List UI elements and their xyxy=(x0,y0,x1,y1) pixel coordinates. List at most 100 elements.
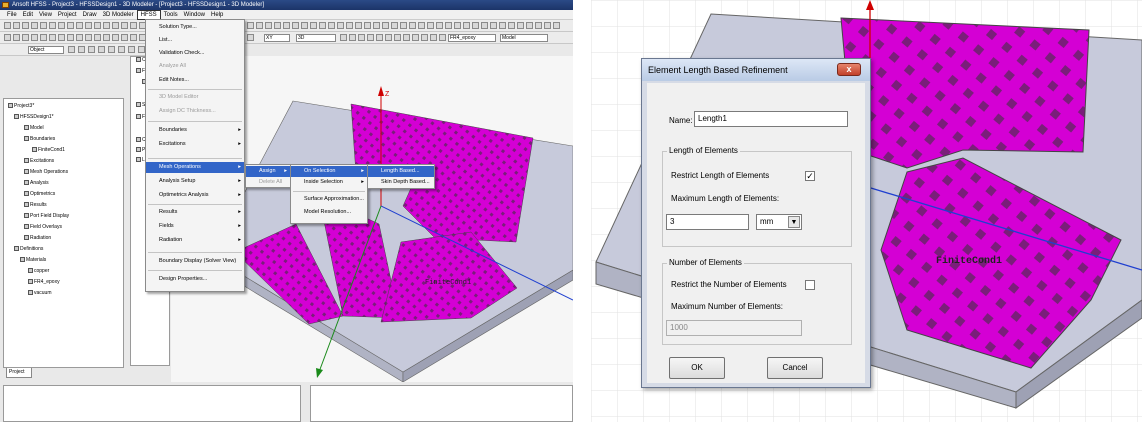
toolbar-icon-button[interactable] xyxy=(454,22,461,29)
toolbar-icon-button[interactable] xyxy=(76,22,83,29)
plane-combo[interactable]: XY xyxy=(264,34,290,42)
unit-select-arrow[interactable]: ▼ xyxy=(788,216,800,228)
menu-item[interactable]: Radiation ▸ xyxy=(146,235,244,246)
toolbar-icon-button[interactable] xyxy=(394,34,401,41)
model-combo[interactable]: Model xyxy=(500,34,548,42)
toolbar-icon-button[interactable] xyxy=(112,34,119,41)
menu-item[interactable]: List... xyxy=(146,35,244,46)
toolbar-icon-button[interactable] xyxy=(445,22,452,29)
toolbar-icon-button[interactable] xyxy=(85,34,92,41)
toolbar-icon-button[interactable] xyxy=(427,22,434,29)
toolbar-icon-button[interactable] xyxy=(58,22,65,29)
toolbar-icon-button[interactable] xyxy=(22,34,29,41)
tree-item[interactable]: vacuum xyxy=(28,290,52,296)
menu-item[interactable]: Model Resolution... xyxy=(291,207,367,218)
tree-item[interactable]: Model xyxy=(24,125,44,131)
toolbar-icon-button[interactable] xyxy=(385,34,392,41)
tree-item[interactable]: Results xyxy=(24,202,47,208)
tree-item[interactable]: HFSSDesign1* xyxy=(14,114,54,120)
menu-item[interactable]: Edit Notes... xyxy=(146,75,244,86)
toolbar-icon-button[interactable] xyxy=(463,22,470,29)
tree-item[interactable]: copper xyxy=(28,268,49,274)
menu-item[interactable]: Solution Type... xyxy=(146,22,244,33)
toolbar-icon-button[interactable] xyxy=(535,22,542,29)
toolbar-icon-button[interactable] xyxy=(517,22,524,29)
menu-edit[interactable]: Edit xyxy=(20,10,36,20)
menu-item[interactable]: Length Based... xyxy=(368,166,434,177)
toolbar-icon-button[interactable] xyxy=(274,22,281,29)
dimension-combo[interactable]: 3D xyxy=(296,34,336,42)
menu-item[interactable]: Fields ▸ xyxy=(146,221,244,232)
toolbar-icon-button[interactable] xyxy=(403,34,410,41)
toolbar-icon-button[interactable] xyxy=(412,34,419,41)
menu-item[interactable]: Skin Depth Based... xyxy=(368,177,434,188)
toolbar-icon-button[interactable] xyxy=(4,34,11,41)
tree-item[interactable]: Port Field Display xyxy=(24,213,69,219)
toolbar-icon-button[interactable] xyxy=(283,22,290,29)
toolbar-icon-button[interactable] xyxy=(373,22,380,29)
menu-item[interactable]: Validation Check... xyxy=(146,48,244,59)
toolbar-icon-button[interactable] xyxy=(328,22,335,29)
dialog-close-button[interactable]: x xyxy=(837,63,861,76)
toolbar-icon-button[interactable] xyxy=(31,22,38,29)
toolbar-icon-button[interactable] xyxy=(13,22,20,29)
toolbar-icon-button[interactable] xyxy=(319,22,326,29)
toolbar-icon-button[interactable] xyxy=(40,22,47,29)
toolbar-icon-button[interactable] xyxy=(98,46,105,53)
toolbar-icon-button[interactable] xyxy=(409,22,416,29)
toolbar-icon-button[interactable] xyxy=(418,22,425,29)
menu-3d-modeler[interactable]: 3D Modeler xyxy=(100,10,137,20)
toolbar-icon-button[interactable] xyxy=(310,22,317,29)
toolbar-icon-button[interactable] xyxy=(103,22,110,29)
toolbar-icon-button[interactable] xyxy=(472,22,479,29)
toolbar-icon-button[interactable] xyxy=(400,22,407,29)
toolbar-icon-button[interactable] xyxy=(103,34,110,41)
toolbar-icon-button[interactable] xyxy=(346,22,353,29)
name-input[interactable]: Length1 xyxy=(694,111,848,127)
tree-item[interactable]: FiniteCond1 xyxy=(32,147,65,153)
tree-item[interactable]: Field Overlays xyxy=(24,224,62,230)
menu-file[interactable]: File xyxy=(4,10,20,20)
menu-project[interactable]: Project xyxy=(55,10,80,20)
tree-item[interactable]: Materials xyxy=(20,257,46,263)
toolbar-icon-button[interactable] xyxy=(247,22,254,29)
toolbar-icon-button[interactable] xyxy=(436,22,443,29)
toolbar-icon-button[interactable] xyxy=(128,46,135,53)
zoomed-patch-top[interactable] xyxy=(840,17,1090,169)
toolbar-icon-button[interactable] xyxy=(553,22,560,29)
toolbar-icon-button[interactable] xyxy=(121,34,128,41)
toolbar-icon-button[interactable] xyxy=(58,34,65,41)
menu-item[interactable]: Results ▸ xyxy=(146,207,244,218)
toolbar-icon-button[interactable] xyxy=(94,22,101,29)
material-combo[interactable]: FR4_epoxy xyxy=(448,34,496,42)
toolbar-icon-button[interactable] xyxy=(118,46,125,53)
toolbar-icon-button[interactable] xyxy=(364,22,371,29)
menu-item[interactable]: Mesh Operations ▸ xyxy=(146,162,244,173)
selection-mode-combo[interactable]: Object xyxy=(28,46,64,54)
toolbar-icon-button[interactable] xyxy=(391,22,398,29)
tree-item[interactable]: Excitations xyxy=(24,158,54,164)
toolbar-icon-button[interactable] xyxy=(337,22,344,29)
menu-item[interactable]: On Selection ▸ xyxy=(291,166,367,177)
toolbar-icon-button[interactable] xyxy=(526,22,533,29)
toolbar-icon-button[interactable] xyxy=(40,34,47,41)
toolbar-icon-button[interactable] xyxy=(68,46,75,53)
restrict-number-checkbox[interactable] xyxy=(805,280,815,290)
toolbar-icon-button[interactable] xyxy=(85,22,92,29)
ok-button[interactable]: OK xyxy=(669,357,725,379)
toolbar-icon-button[interactable] xyxy=(76,34,83,41)
menu-item[interactable]: Optimetrics Analysis ▸ xyxy=(146,190,244,201)
tree-item[interactable]: Project3* xyxy=(8,103,34,109)
menu-item[interactable]: Analysis Setup ▸ xyxy=(146,176,244,187)
toolbar-icon-button[interactable] xyxy=(247,34,254,41)
toolbar-icon-button[interactable] xyxy=(481,22,488,29)
max-length-input[interactable]: 3 xyxy=(666,214,749,230)
toolbar-icon-button[interactable] xyxy=(382,22,389,29)
toolbar-icon-button[interactable] xyxy=(367,34,374,41)
toolbar-icon-button[interactable] xyxy=(340,34,347,41)
tree-item[interactable]: FR4_epoxy xyxy=(28,279,60,285)
toolbar-icon-button[interactable] xyxy=(138,46,145,53)
toolbar-icon-button[interactable] xyxy=(430,34,437,41)
toolbar-icon-button[interactable] xyxy=(67,22,74,29)
toolbar-icon-button[interactable] xyxy=(13,34,20,41)
